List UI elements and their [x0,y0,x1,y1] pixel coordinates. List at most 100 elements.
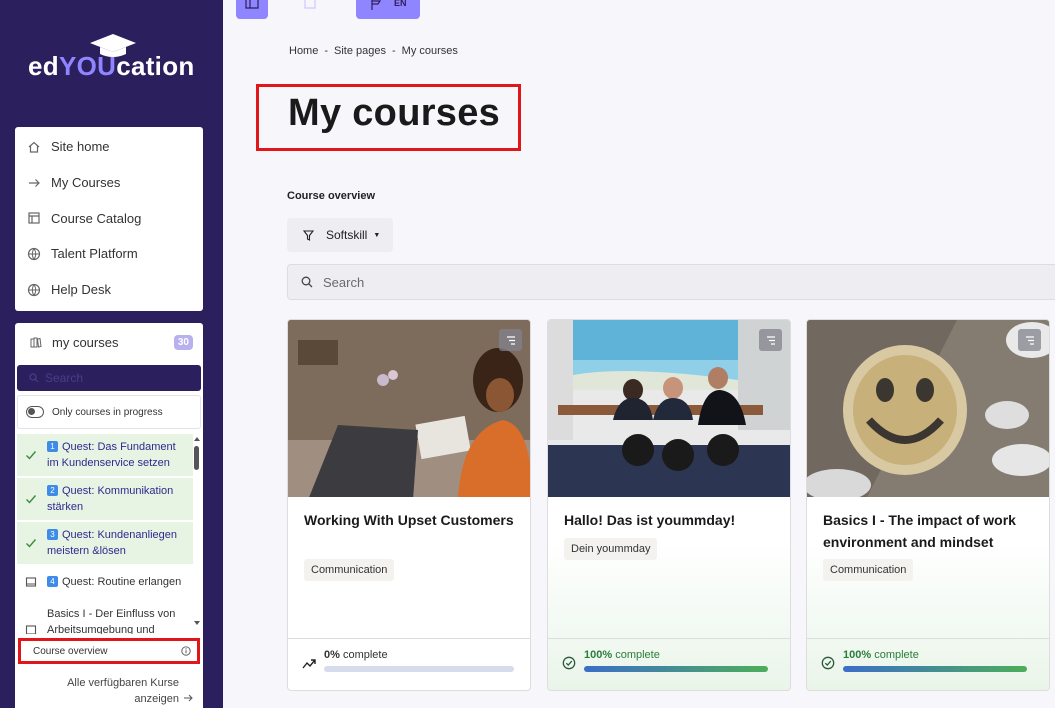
sidebar-toggle-button[interactable] [236,0,268,19]
check-circle-icon [562,656,576,670]
course-photo [548,320,790,497]
search-placeholder: Search [323,274,365,290]
sidebar: edYOUcation Site home My Courses Course … [0,0,223,708]
toggle-switch[interactable] [26,406,44,418]
course-title[interactable]: Basics I - The impact of work environmen… [823,509,1038,553]
number-badge-icon: 1 [47,441,58,452]
menu-icon [1025,335,1034,345]
nav-item-site-home[interactable]: Site home [15,129,203,165]
check-icon [26,495,37,504]
home-icon [28,141,40,153]
course-title[interactable]: Working With Upset Customers [304,509,519,531]
card-menu-button[interactable] [759,329,782,351]
shop-button[interactable] [298,0,322,19]
list-item-label: 1 Quest: Das Fundament im Kundenservice s… [47,441,176,469]
course-image [288,320,530,497]
my-courses-search-input[interactable]: Search [17,365,201,391]
course-progress: 100% complete [807,638,1049,690]
progress-text: 100% complete [843,649,919,661]
info-icon [181,646,191,656]
course-tag: Dein yoummday [564,538,658,560]
list-item[interactable]: 2 Quest: Kommunikation stärken [17,478,193,522]
course-progress: 100% complete [548,638,790,690]
list-item[interactable]: Basics I - Der Einfluss von Arbeitsumgeb… [17,600,193,634]
brand-name: edYOUcation [28,51,195,81]
in-progress-toggle[interactable]: Only courses in progress [17,395,201,429]
my-courses-title: my courses [52,334,119,350]
nav-item-my-courses[interactable]: My Courses [15,165,203,201]
language-label: EN [394,0,407,8]
nav-item-talent-platform[interactable]: Talent Platform [15,236,203,272]
list-item-label: 4 Quest: Routine erlangen [47,574,181,590]
course-photo [288,320,530,497]
bag-icon [304,0,316,9]
nav-item-help-desk[interactable]: Help Desk [15,272,203,308]
nav-item-course-catalog[interactable]: Course Catalog [15,200,203,236]
progress-fill [843,666,1027,672]
course-card[interactable]: Hallo! Das ist yoummday! Dein yoummday 1… [547,319,791,691]
progress-text: 0% complete [324,649,388,661]
nav-label: Course Catalog [51,210,142,226]
menu-icon [506,335,515,345]
number-badge-icon: 2 [47,485,58,496]
globe-icon [27,247,41,261]
nav-label: My Courses [51,175,121,191]
caret-down-icon: ▼ [373,231,381,239]
progress-text: 100% complete [584,649,660,661]
search-placeholder: Search [45,371,84,385]
course-card[interactable]: Working With Upset Customers Communicati… [287,319,531,691]
course-photo [807,320,1049,497]
course-card[interactable]: Basics I - The impact of work environmen… [806,319,1050,691]
check-circle-icon [821,656,835,670]
list-item[interactable]: 1 Quest: Das Fundament im Kundenservice s… [17,434,193,478]
progress-bar [584,666,768,672]
breadcrumb-home[interactable]: Home [289,45,318,57]
progress-bar [324,666,514,672]
course-search-input[interactable]: Search [287,264,1055,300]
main-navigation: Site home My Courses Course Catalog Tale… [15,127,203,311]
course-progress: 0% complete [288,638,530,690]
breadcrumb-site-pages[interactable]: Site pages [334,45,386,57]
progress-fill [584,666,768,672]
book-icon [25,577,37,587]
search-icon [29,373,39,383]
list-item-label: 3 Quest: Kundenanliegen meistern &lösen [47,529,177,557]
menu-icon [766,335,775,345]
course-image [548,320,790,497]
scrollbar-thumb[interactable] [194,446,199,470]
filter-label: Softskill [326,228,368,242]
card-menu-button[interactable] [499,329,522,351]
card-menu-button[interactable] [1018,329,1041,351]
scroll-down-icon [194,621,200,625]
page-title: My courses [288,92,501,134]
language-button[interactable]: EN [356,0,420,19]
course-title[interactable]: Hallo! Das ist yoummday! [564,509,779,531]
list-item-label: Basics I - Der Einfluss von Arbeitsumgeb… [47,608,176,634]
arrow-right-icon [184,694,193,702]
arrow-right-icon [29,178,40,187]
brand-logo[interactable]: edYOUcation [28,32,198,82]
nav-label: Talent Platform [51,246,138,262]
filter-dropdown[interactable]: Softskill ▼ [287,218,393,252]
all-courses-link[interactable]: Alle verfügbaren Kurse anzeigen [67,675,193,707]
number-badge-icon: 4 [47,576,58,587]
course-tag: Communication [823,559,914,581]
breadcrumb-current[interactable]: My courses [402,45,458,57]
list-scrollbar[interactable] [193,436,201,626]
course-overview-label: Course overview [33,645,108,657]
catalog-icon [28,212,40,224]
list-item[interactable]: 4 Quest: Routine erlangen [17,566,193,600]
my-courses-panel: my courses 30 Search Only courses in pro… [15,323,203,708]
all-courses-label: Alle verfügbaren Kurse anzeigen [67,677,179,705]
course-overview-link[interactable]: Course overview [18,638,200,664]
list-item-label: 2 Quest: Kommunikation stärken [47,485,174,513]
list-item[interactable]: 3 Quest: Kundenanliegen meistern &lösen [17,522,193,566]
my-courses-header[interactable]: my courses 30 [15,323,203,361]
course-count-badge: 30 [173,334,193,350]
nav-label: Help Desk [51,282,111,298]
globe-icon [27,283,41,297]
breadcrumb-separator: - [324,45,329,57]
nav-label: Site home [51,139,110,155]
breadcrumb-separator: - [392,45,396,57]
my-courses-list: 1 Quest: Das Fundament im Kundenservice s… [17,434,193,634]
